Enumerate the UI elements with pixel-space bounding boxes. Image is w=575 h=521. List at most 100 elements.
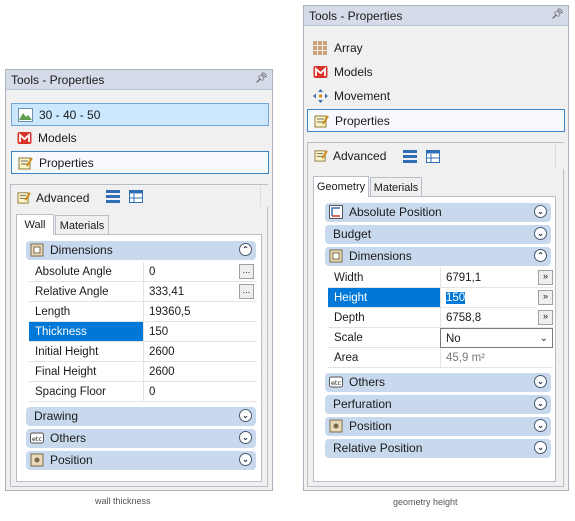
property-value[interactable]: 6791,1	[440, 268, 553, 288]
pin-icon[interactable]: 📌︎	[551, 7, 564, 23]
table-view-icon[interactable]	[426, 150, 440, 163]
scrollbar[interactable]	[260, 185, 269, 207]
absolute-position-icon	[329, 205, 343, 219]
position-icon	[329, 419, 343, 433]
property-label: Absolute Angle	[29, 262, 143, 282]
group-label: Dimensions	[50, 243, 113, 257]
models-icon	[17, 132, 32, 144]
property-row-spacing-floor[interactable]: Spacing Floor 0	[29, 382, 257, 402]
property-label: Spacing Floor	[29, 382, 143, 402]
property-row-scale[interactable]: Scale No ⌄	[328, 328, 553, 348]
panel-title-text: Tools - Properties	[309, 9, 403, 23]
property-row-length[interactable]: Length 19360,5	[29, 302, 257, 322]
expand-icon[interactable]: ⌄	[534, 205, 547, 218]
expand-icon[interactable]: ⌄	[239, 431, 252, 444]
group-drawing[interactable]: Drawing ⌄	[26, 407, 256, 426]
property-row-relative-angle[interactable]: Relative Angle 333,41 ...	[29, 282, 257, 302]
expand-icon[interactable]: ⌄	[534, 227, 547, 240]
scrollbar[interactable]	[555, 143, 564, 169]
categorized-view-icon[interactable]	[106, 190, 120, 203]
property-row-width[interactable]: Width 6791,1 »	[328, 268, 553, 288]
panel-title-text: Tools - Properties	[11, 73, 105, 87]
property-label: Final Height	[29, 362, 143, 382]
caption-geometry-height: geometry height	[393, 497, 458, 507]
more-button[interactable]: »	[538, 310, 553, 325]
pin-icon[interactable]: 📌︎	[255, 71, 268, 87]
nav-item-30-40-50[interactable]: 30 - 40 - 50	[11, 103, 269, 126]
property-value-input[interactable]: 150	[440, 288, 536, 308]
group-others[interactable]: etc Others ⌄	[325, 373, 551, 392]
nav-item-properties[interactable]: Properties	[307, 109, 565, 132]
group-position[interactable]: Position ⌄	[325, 417, 551, 436]
property-row-initial-height[interactable]: Initial Height 2600	[29, 342, 257, 362]
property-label: Depth	[328, 308, 440, 328]
nav-item-label: Movement	[334, 89, 391, 103]
group-label: Others	[349, 375, 386, 389]
collapse-icon[interactable]: ⌃	[534, 249, 547, 262]
group-others[interactable]: etc Others ⌄	[26, 429, 256, 448]
expand-icon[interactable]: ⌄	[239, 453, 252, 466]
table-view-icon[interactable]	[129, 190, 143, 203]
dimensions-icon	[30, 243, 44, 257]
tab-materials[interactable]: Materials	[55, 215, 109, 234]
expand-icon[interactable]: ⌄	[534, 397, 547, 410]
property-row-thickness[interactable]: Thickness 150	[29, 322, 257, 342]
caption-wall-thickness: wall thickness	[95, 496, 151, 506]
nav-item-array[interactable]: Array	[307, 37, 565, 60]
svg-text:etc: etc	[32, 435, 43, 443]
group-dimensions[interactable]: Dimensions ⌃	[325, 247, 551, 266]
nav-item-movement[interactable]: Movement	[307, 85, 565, 108]
expand-icon[interactable]: ⌄	[534, 375, 547, 388]
properties-icon	[18, 157, 33, 170]
property-label: Height	[328, 288, 440, 308]
nav-item-label: Array	[334, 41, 363, 55]
group-label: Position	[349, 419, 392, 433]
property-label: Length	[29, 302, 143, 322]
property-label: Relative Angle	[29, 282, 143, 302]
group-budget[interactable]: Budget ⌄	[325, 225, 551, 244]
nav-item-label: Models	[334, 65, 373, 79]
property-row-depth[interactable]: Depth 6758,8 »	[328, 308, 553, 328]
property-row-absolute-angle[interactable]: Absolute Angle 0 ...	[29, 262, 257, 282]
expand-icon[interactable]: ⌄	[534, 441, 547, 454]
property-row-final-height[interactable]: Final Height 2600	[29, 362, 257, 382]
property-value[interactable]: 6758,8	[440, 308, 553, 328]
advanced-label: Advanced	[333, 149, 387, 163]
tab-geometry[interactable]: Geometry	[313, 176, 369, 197]
nav-item-label: 30 - 40 - 50	[39, 108, 101, 122]
expand-icon[interactable]: ⌄	[534, 419, 547, 432]
etc-icon: etc	[30, 432, 44, 444]
property-label: Initial Height	[29, 342, 143, 362]
more-button[interactable]: »	[538, 290, 553, 305]
select-value: No	[446, 333, 461, 345]
group-dimensions[interactable]: Dimensions ⌃	[26, 241, 256, 260]
tab-wall[interactable]: Wall	[16, 214, 54, 235]
more-button[interactable]: »	[538, 270, 553, 285]
nav-item-models[interactable]: Models	[307, 61, 565, 84]
property-row-height[interactable]: Height 150 »	[328, 288, 553, 308]
etc-icon: etc	[329, 376, 343, 388]
group-position[interactable]: Position ⌄	[26, 451, 256, 470]
ellipsis-button[interactable]: ...	[239, 264, 254, 279]
property-value[interactable]: 2600	[143, 342, 257, 362]
group-relative-position[interactable]: Relative Position ⌄	[325, 439, 551, 458]
property-value[interactable]: 2600	[143, 362, 257, 382]
property-value[interactable]: 19360,5	[143, 302, 257, 322]
tab-materials[interactable]: Materials	[370, 177, 422, 196]
group-absolute-position[interactable]: Absolute Position ⌄	[325, 203, 551, 222]
nav-item-models[interactable]: Models	[11, 127, 269, 150]
property-value[interactable]: 150	[143, 322, 257, 342]
group-label: Position	[50, 453, 93, 467]
group-perfuration[interactable]: Perfuration ⌄	[325, 395, 551, 414]
property-value[interactable]: 0	[143, 382, 257, 402]
nav-item-properties[interactable]: Properties	[11, 151, 269, 174]
ellipsis-button[interactable]: ...	[239, 284, 254, 299]
landscape-icon	[18, 108, 33, 122]
collapse-icon[interactable]: ⌃	[239, 243, 252, 256]
array-icon	[313, 41, 327, 55]
scale-select[interactable]: No ⌄	[440, 328, 553, 348]
properties-icon	[314, 150, 328, 162]
expand-icon[interactable]: ⌄	[239, 409, 252, 422]
categorized-view-icon[interactable]	[403, 150, 417, 163]
left-properties-panel: Tools - Properties 📌︎ 30 - 40 - 50 Model…	[5, 69, 273, 491]
